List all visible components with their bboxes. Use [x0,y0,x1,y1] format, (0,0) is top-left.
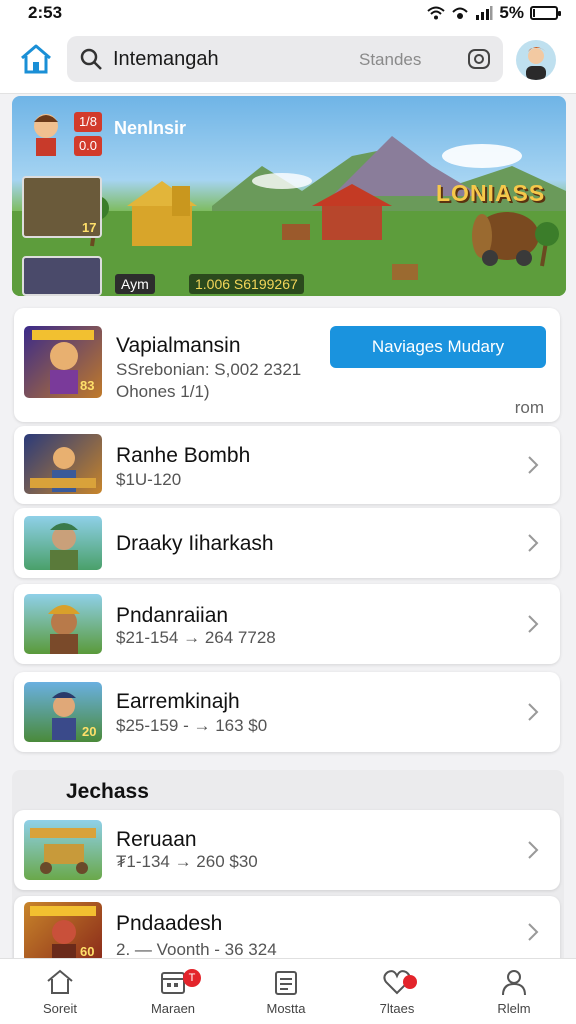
nav-label: Maraen [150,1001,196,1016]
status-indicators: 5% [427,3,561,23]
wifi-icon [427,6,446,20]
game-icon-count: 20 [82,724,97,739]
banner-character-thumb [34,114,58,156]
featured-title: Vapialmansin [116,334,241,357]
chevron-right-icon [528,703,539,721]
game-icon [24,434,102,494]
featured-subtitle: SSrebonian: S,002 2321 [116,360,302,379]
home-icon[interactable] [18,42,54,76]
profile-icon [502,970,526,996]
game-icon [24,516,102,570]
list-item[interactable]: Pndanraiian $21-154 → 264 7728 [14,584,560,664]
banner-thumb-count: 17 [82,220,97,235]
nav-label: Rlelm [497,1001,531,1016]
list-item[interactable]: Ranhe Bombh $1U-120 [14,426,560,504]
nav-item-favorites[interactable]: 7ltaes [357,967,437,1016]
camera-icon[interactable] [467,47,491,71]
banner-red-tag: 1/8 [74,112,102,132]
hero-banner[interactable]: 1/8 0.0 17 Nenlnsir LONIASS [12,96,566,296]
signal-icon [476,6,493,20]
nav-label: Soreit [43,1001,77,1016]
featured-footnote: rom [514,398,544,417]
featured-game-icon: 83 [24,326,102,398]
list-item-subtitle: ₮1-134 → 260 $30 [116,852,258,871]
banner-red-tag: 0.0 [74,136,102,156]
search-bar[interactable]: Intemangah Standes [67,36,503,82]
home-icon [47,969,73,994]
featured-card[interactable]: 83 Vapialmansin SSrebonian: S,002 2321 O… [14,308,560,422]
list-item-subtitle: 2. — Voonth - 36 324 [116,940,277,959]
banner-tag: 1.006 S6199267 [189,274,304,294]
banner-tag: Aym [115,274,155,294]
nav-notification-dot [403,975,417,989]
list-item[interactable]: Draaky Iiharkash [14,508,560,578]
list-item-subtitle: $25-159 - → 163 $0 [116,716,268,735]
featured-subtitle-2: Ohones 1/1) [116,382,210,401]
banner-title: Nenlnsir [114,118,187,138]
list-item-title: Draaky Iiharkash [116,532,274,555]
banner-brand: LONIASS [436,180,546,206]
document-icon [275,971,297,995]
game-icon [24,594,102,654]
search-icon [80,48,102,70]
avatar[interactable] [516,40,556,80]
game-icon: 60 [24,902,102,962]
status-bar: 2:53 5% [0,0,576,26]
featured-cta-button[interactable]: Naviages Mudary [330,326,546,368]
featured-icon-count: 83 [80,378,95,393]
list-item-title: Earremkinajh [116,690,240,713]
list-item-subtitle: $21-154 → 264 7728 [116,628,276,647]
nav-item-home[interactable]: Soreit [20,967,100,1016]
chevron-right-icon [528,456,539,474]
list-item-title: Reruaan [116,828,197,851]
battery-percent: 5% [499,3,524,22]
hotspot-icon [452,7,469,19]
battery-fill [533,9,535,17]
list-item-title: Ranhe Bombh [116,444,251,467]
status-time: 2:53 [28,3,63,22]
chevron-right-icon [528,923,539,941]
search-input[interactable]: Intemangah [113,48,219,71]
nav-item-calendar[interactable]: T Maraen [133,967,213,1016]
chevron-right-icon [528,841,539,859]
battery-icon [530,6,561,20]
list-item-title: Pndanraiian [116,604,229,627]
list-item[interactable]: 20 Earremkinajh $25-159 - → 163 $0 [14,672,560,752]
section-title: Jechass [66,780,149,803]
app-header: Intemangah Standes [0,26,576,94]
list-item-subtitle: $1U-120 [116,470,182,489]
nav-label: Mostta [266,1001,306,1016]
banner-thumb[interactable] [22,256,102,296]
search-hint: Standes [359,50,422,69]
game-icon: 20 [24,682,102,742]
nav-badge: T [183,969,201,987]
game-icon [24,820,102,880]
bottom-nav: Soreit T Maraen Mostta 7ltaes Rlelm [0,958,576,1024]
list-item-title: Pndaadesh [116,912,223,935]
chevron-right-icon [528,615,539,633]
game-icon-count: 60 [80,944,95,959]
list-item[interactable]: Reruaan ₮1-134 → 260 $30 [14,810,560,890]
nav-label: 7ltaes [379,1001,415,1016]
nav-item-document[interactable]: Mostta [246,967,326,1016]
nav-item-profile[interactable]: Rlelm [474,967,554,1016]
chevron-right-icon [528,534,539,552]
